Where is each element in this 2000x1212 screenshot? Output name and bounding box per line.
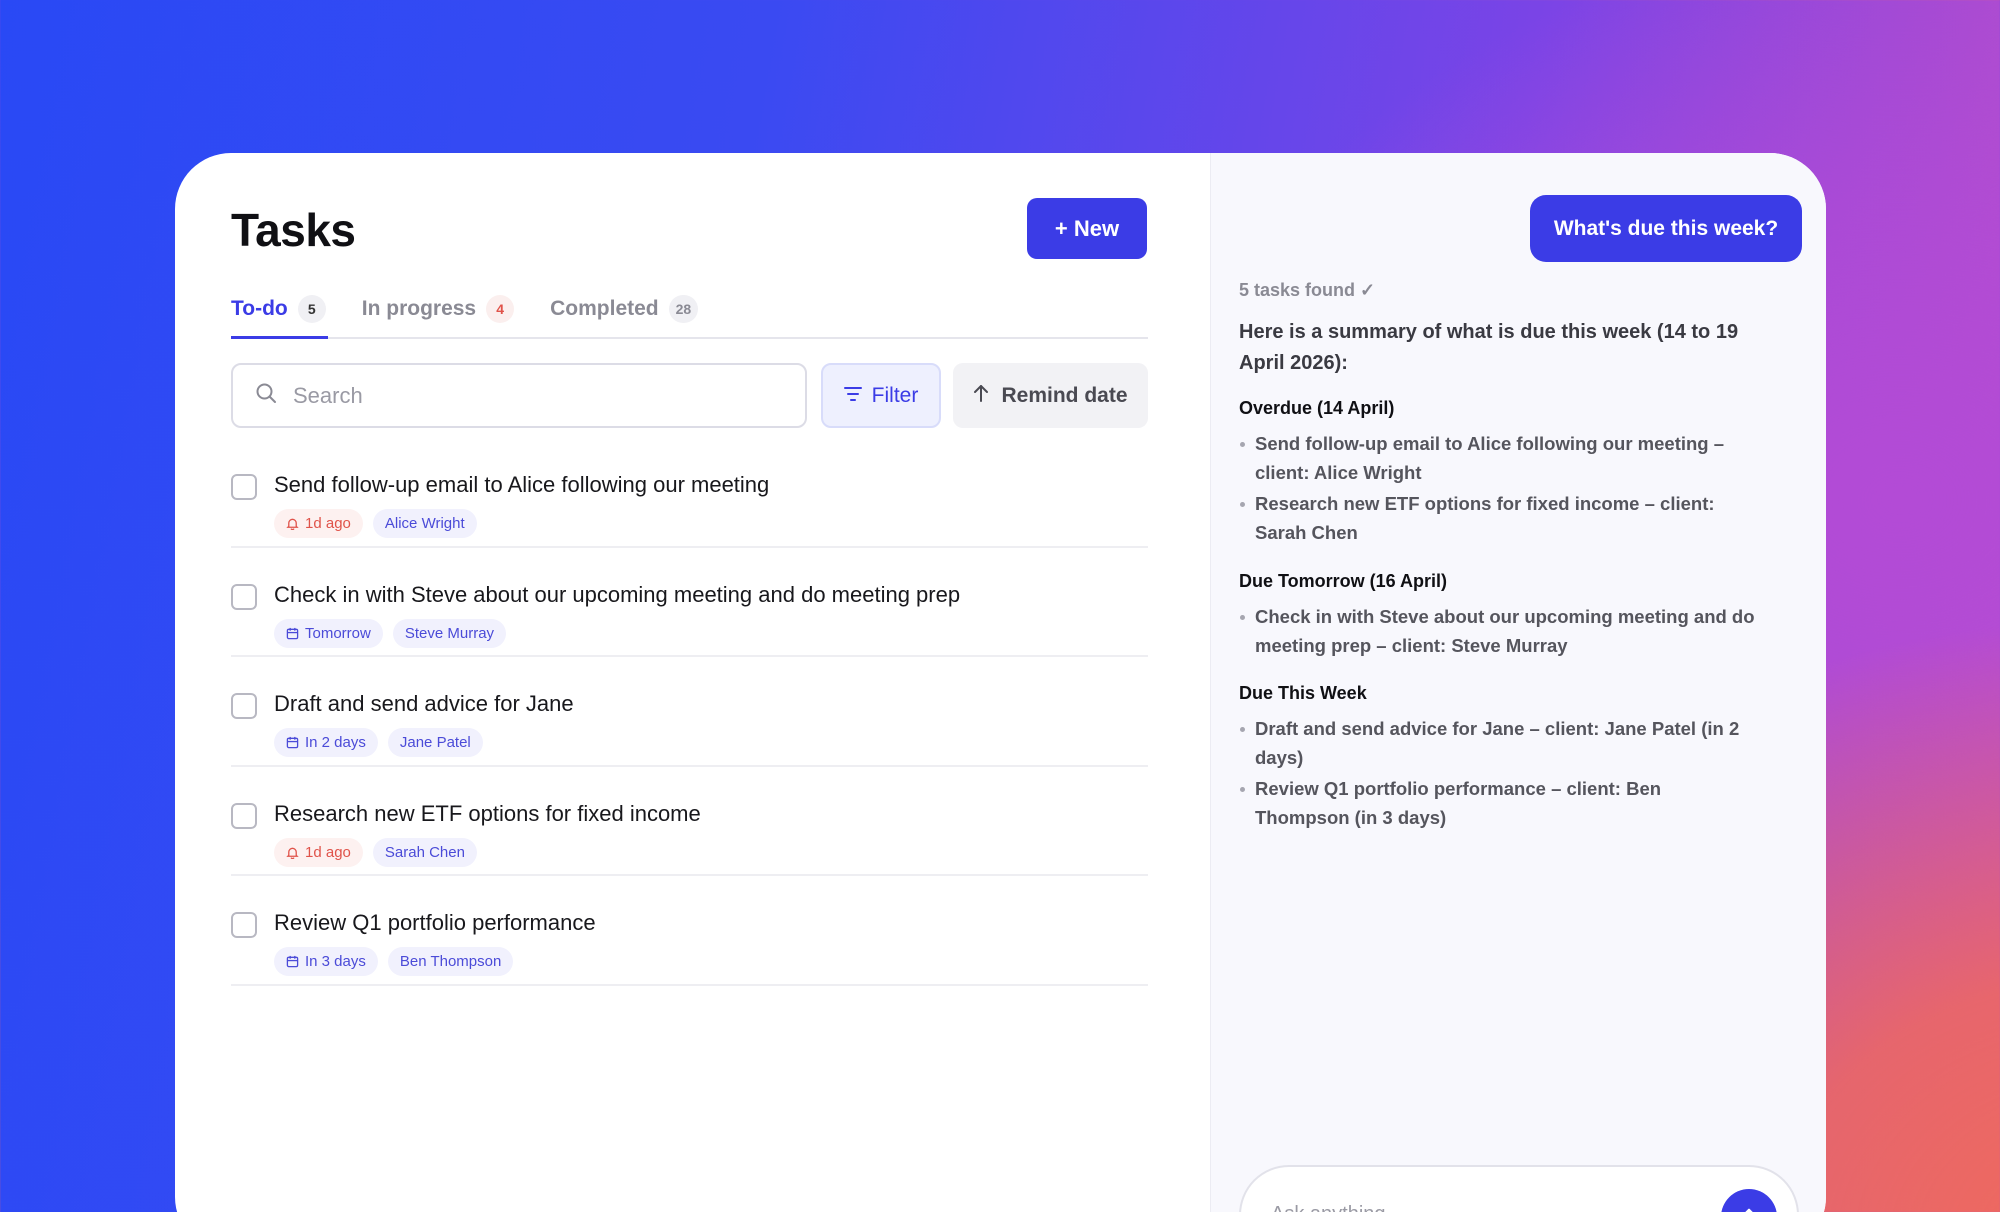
filter-label: Filter <box>871 383 919 407</box>
section-item: Send follow-up email to Alice following … <box>1239 429 1759 487</box>
section-item: Check in with Steve about our upcoming m… <box>1239 602 1759 660</box>
due-text: Tomorrow <box>305 624 371 642</box>
tasks-card: Tasks + New To-do 5 In progress 4 Comple… <box>175 153 1826 1212</box>
due-text: In 3 days <box>305 953 366 970</box>
search-icon <box>255 382 277 409</box>
filter-icon <box>843 384 862 408</box>
task-row[interactable]: Draft and send advice for Jane In 2 days… <box>231 657 1148 767</box>
due-text: 1d ago <box>305 515 351 532</box>
task-checkbox[interactable] <box>231 802 257 829</box>
tab-bar: To-do 5 In progress 4 Completed 28 <box>231 281 1148 339</box>
due-tag: In 3 days <box>274 947 378 976</box>
tab-todo[interactable]: To-do 5 <box>231 281 328 339</box>
due-tag: Tomorrow <box>274 618 383 648</box>
arrow-up-icon <box>1745 1208 1753 1212</box>
section-heading: Due This Week <box>1239 683 1367 703</box>
tab-completed[interactable]: Completed 28 <box>550 281 700 337</box>
remind-date-label: Remind date <box>1001 383 1128 407</box>
task-checkbox[interactable] <box>231 474 257 500</box>
tab-count-badge: 28 <box>668 295 699 323</box>
chat-input-box[interactable] <box>1239 1165 1799 1212</box>
task-row[interactable]: Review Q1 portfolio performance In 3 day… <box>231 876 1148 986</box>
tab-label: To-do <box>231 297 288 320</box>
client-tag[interactable]: Alice Wright <box>372 509 477 538</box>
due-tag: 1d ago <box>274 509 363 538</box>
client-tag[interactable]: Sarah Chen <box>372 837 477 867</box>
result-status: 5 tasks found ✓ <box>1239 280 1376 300</box>
search-box[interactable] <box>231 363 807 428</box>
task-list: Send follow-up email to Alice following … <box>231 438 1148 986</box>
tab-count-badge: 5 <box>297 295 326 323</box>
due-tag: In 2 days <box>274 728 378 757</box>
section-heading: Due Tomorrow (16 April) <box>1239 571 1448 591</box>
due-tag: 1d ago <box>274 837 363 867</box>
task-title: Review Q1 portfolio performance <box>274 910 596 935</box>
task-row[interactable]: Research new ETF options for fixed incom… <box>231 767 1148 876</box>
task-title: Research new ETF options for fixed incom… <box>274 800 701 826</box>
calendar-icon <box>286 736 299 749</box>
assistant-panel: What's due this week? 5 tasks found ✓ He… <box>1210 153 1826 1212</box>
task-title: Send follow-up email to Alice following … <box>274 472 770 497</box>
user-message-bubble: What's due this week? <box>1530 195 1802 262</box>
calendar-icon <box>286 955 299 968</box>
tab-label: Completed <box>550 297 659 320</box>
client-tag[interactable]: Steve Murray <box>392 618 507 648</box>
section-item: Draft and send advice for Jane – client:… <box>1239 714 1759 772</box>
section-heading: Overdue (14 April) <box>1239 398 1395 418</box>
tasks-panel: Tasks + New To-do 5 In progress 4 Comple… <box>175 153 1210 1212</box>
arrow-up-icon <box>973 384 989 408</box>
due-text: In 2 days <box>305 734 366 751</box>
new-task-button[interactable]: + New <box>1027 198 1147 259</box>
section-due-this-week: Due This Week Draft and send advice for … <box>1239 683 1759 834</box>
section-overdue: Overdue (14 April) Send follow-up email … <box>1239 398 1759 549</box>
tab-count-badge: 4 <box>486 295 515 323</box>
client-tag[interactable]: Jane Patel <box>387 728 483 757</box>
tab-label: In progress <box>361 297 477 320</box>
bell-icon <box>286 847 299 859</box>
section-due-tomorrow: Due Tomorrow (16 April) Check in with St… <box>1239 571 1759 662</box>
calendar-icon <box>286 627 299 639</box>
task-row[interactable]: Check in with Steve about our upcoming m… <box>231 548 1148 657</box>
task-checkbox[interactable] <box>231 693 257 719</box>
filter-button[interactable]: Filter <box>821 363 941 428</box>
summary-text: Here is a summary of what is due this we… <box>1239 321 1739 374</box>
due-text: 1d ago <box>305 843 351 861</box>
task-title: Draft and send advice for Jane <box>274 691 574 716</box>
section-item: Research new ETF options for fixed incom… <box>1239 489 1759 547</box>
task-row[interactable]: Send follow-up email to Alice following … <box>231 438 1148 548</box>
search-input[interactable] <box>293 382 753 409</box>
bell-icon <box>286 518 299 530</box>
remind-date-sort-button[interactable]: Remind date <box>953 363 1148 428</box>
send-button[interactable] <box>1721 1189 1777 1212</box>
task-checkbox[interactable] <box>231 583 257 610</box>
chat-input[interactable] <box>1271 1203 1651 1212</box>
task-checkbox[interactable] <box>231 912 257 938</box>
client-tag[interactable]: Ben Thompson <box>387 947 514 976</box>
page-title: Tasks <box>231 204 356 256</box>
section-item: Review Q1 portfolio performance – client… <box>1239 774 1759 832</box>
task-title: Check in with Steve about our upcoming m… <box>274 581 961 607</box>
tab-in-progress[interactable]: In progress 4 <box>362 281 516 337</box>
